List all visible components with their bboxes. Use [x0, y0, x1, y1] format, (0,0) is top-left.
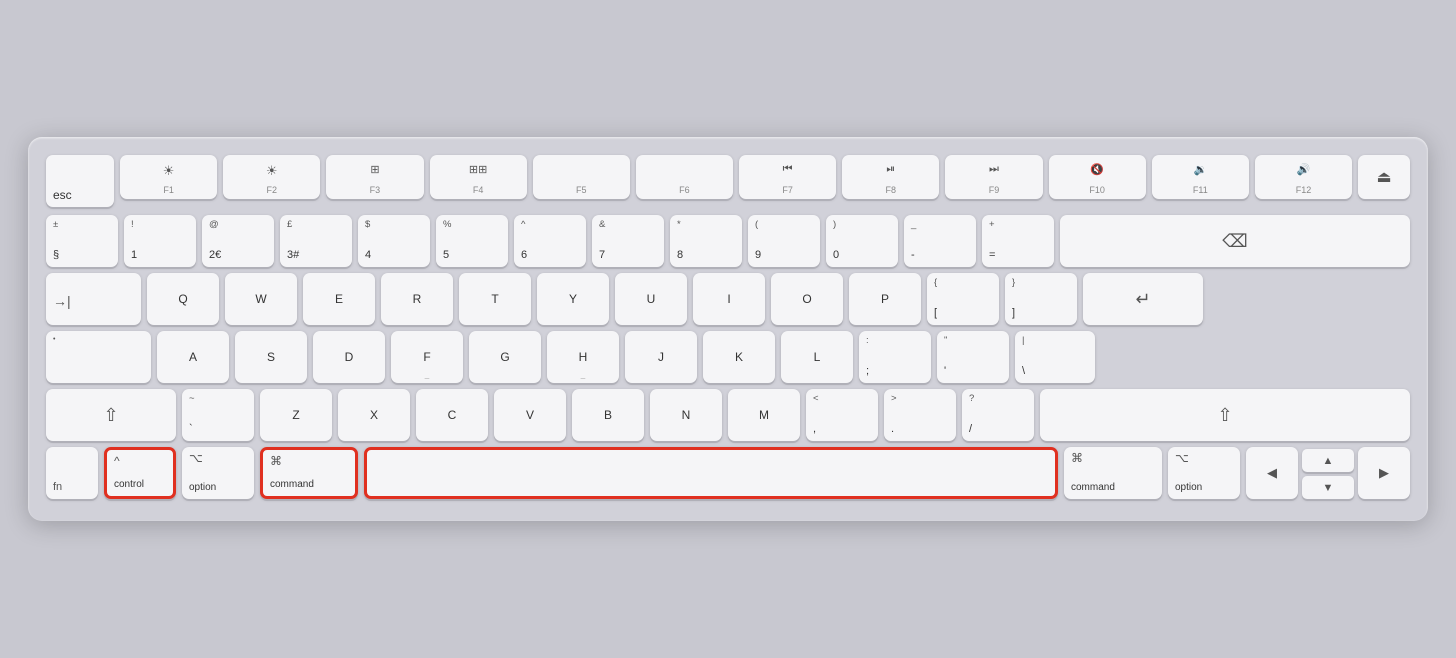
zxcv-row: ⇧ ~ ` Z X C V B N M < , > . ? / ⇧ — [46, 389, 1410, 441]
key-2[interactable]: @ 2€ — [202, 215, 274, 267]
key-f7[interactable]: ⏮ F7 — [739, 155, 836, 199]
key-command-left[interactable]: ⌘ command — [260, 447, 358, 499]
key-f6[interactable]: F6 — [636, 155, 733, 199]
key-arrow-right[interactable]: ▶ — [1358, 447, 1410, 499]
key-f4[interactable]: ⊞⊞ F4 — [430, 155, 527, 199]
arrow-cluster: ◀ ▲ ▼ ▶ — [1246, 447, 1410, 499]
key-lbracket[interactable]: { [ — [927, 273, 999, 325]
key-tab[interactable]: →| — [46, 273, 141, 325]
key-caps[interactable]: • — [46, 331, 151, 383]
key-b[interactable]: B — [572, 389, 644, 441]
key-equals[interactable]: + = — [982, 215, 1054, 267]
key-period[interactable]: > . — [884, 389, 956, 441]
key-7[interactable]: & 7 — [592, 215, 664, 267]
key-i[interactable]: I — [693, 273, 765, 325]
key-f10[interactable]: 🔇 F10 — [1049, 155, 1146, 199]
key-6[interactable]: ^ 6 — [514, 215, 586, 267]
key-9[interactable]: ( 9 — [748, 215, 820, 267]
key-e[interactable]: E — [303, 273, 375, 325]
key-f[interactable]: F _ — [391, 331, 463, 383]
key-backslash[interactable]: | \ — [1015, 331, 1095, 383]
key-o[interactable]: O — [771, 273, 843, 325]
key-f5[interactable]: F5 — [533, 155, 630, 199]
key-option-right[interactable]: ⌥ option — [1168, 447, 1240, 499]
key-control[interactable]: ^ control — [104, 447, 176, 499]
key-f8[interactable]: ⏯ F8 — [842, 155, 939, 199]
key-8[interactable]: * 8 — [670, 215, 742, 267]
key-h[interactable]: H _ — [547, 331, 619, 383]
key-3[interactable]: £ 3# — [280, 215, 352, 267]
key-5[interactable]: % 5 — [436, 215, 508, 267]
key-f3[interactable]: ⊞ F3 — [326, 155, 423, 199]
key-s[interactable]: S — [235, 331, 307, 383]
key-q[interactable]: Q — [147, 273, 219, 325]
key-tilde[interactable]: ~ ` — [182, 389, 254, 441]
key-f11[interactable]: 🔉 F11 — [1152, 155, 1249, 199]
key-arrow-left[interactable]: ◀ — [1246, 447, 1298, 499]
asdf-row: • A S D F _ G H _ J K L : ; " ' | \ — [46, 331, 1410, 383]
key-j[interactable]: J — [625, 331, 697, 383]
key-w[interactable]: W — [225, 273, 297, 325]
fn-row: esc ☀ F1 ☀ F2 ⊞ F3 ⊞⊞ F4 F5 F6 ⏮ F7 ⏯ — [46, 155, 1410, 207]
key-x[interactable]: X — [338, 389, 410, 441]
key-p[interactable]: P — [849, 273, 921, 325]
key-quote[interactable]: " ' — [937, 331, 1009, 383]
key-u[interactable]: U — [615, 273, 687, 325]
number-row: ± § ! 1 @ 2€ £ 3# $ 4 % 5 ^ 6 & 7 — [46, 215, 1410, 267]
key-semicolon[interactable]: : ; — [859, 331, 931, 383]
key-c[interactable]: C — [416, 389, 488, 441]
key-comma[interactable]: < , — [806, 389, 878, 441]
key-minus[interactable]: _ - — [904, 215, 976, 267]
key-f12[interactable]: 🔊 F12 — [1255, 155, 1352, 199]
key-l[interactable]: L — [781, 331, 853, 383]
key-k[interactable]: K — [703, 331, 775, 383]
key-d[interactable]: D — [313, 331, 385, 383]
key-rbracket[interactable]: } ] — [1005, 273, 1077, 325]
key-r[interactable]: R — [381, 273, 453, 325]
key-spacebar[interactable] — [364, 447, 1058, 499]
key-n[interactable]: N — [650, 389, 722, 441]
key-4[interactable]: $ 4 — [358, 215, 430, 267]
key-a[interactable]: A — [157, 331, 229, 383]
key-shift-right[interactable]: ⇧ — [1040, 389, 1410, 441]
bottom-row: fn ^ control ⌥ option ⌘ command ⌘ comman… — [46, 447, 1410, 499]
key-command-right[interactable]: ⌘ command — [1064, 447, 1162, 499]
key-m[interactable]: M — [728, 389, 800, 441]
key-f2[interactable]: ☀ F2 — [223, 155, 320, 199]
key-shift-left[interactable]: ⇧ — [46, 389, 176, 441]
key-t[interactable]: T — [459, 273, 531, 325]
key-fn[interactable]: fn — [46, 447, 98, 499]
key-arrow-down[interactable]: ▼ — [1302, 476, 1354, 499]
key-grave[interactable]: ± § — [46, 215, 118, 267]
key-z[interactable]: Z — [260, 389, 332, 441]
key-arrow-up[interactable]: ▲ — [1302, 449, 1354, 472]
key-backspace[interactable]: ⌫ — [1060, 215, 1410, 267]
key-return[interactable]: ↵ — [1083, 273, 1203, 325]
key-g[interactable]: G — [469, 331, 541, 383]
key-f1[interactable]: ☀ F1 — [120, 155, 217, 199]
key-0[interactable]: ) 0 — [826, 215, 898, 267]
key-slash[interactable]: ? / — [962, 389, 1034, 441]
keyboard: esc ☀ F1 ☀ F2 ⊞ F3 ⊞⊞ F4 F5 F6 ⏮ F7 ⏯ — [28, 137, 1428, 521]
qwerty-row: →| Q W E R T Y U I O P { [ } ] ↵ — [46, 273, 1410, 325]
key-f9[interactable]: ⏭ F9 — [945, 155, 1042, 199]
key-1[interactable]: ! 1 — [124, 215, 196, 267]
key-esc[interactable]: esc — [46, 155, 114, 207]
key-option-left[interactable]: ⌥ option — [182, 447, 254, 499]
key-eject[interactable]: ⏏ — [1358, 155, 1410, 199]
key-y[interactable]: Y — [537, 273, 609, 325]
key-v[interactable]: V — [494, 389, 566, 441]
